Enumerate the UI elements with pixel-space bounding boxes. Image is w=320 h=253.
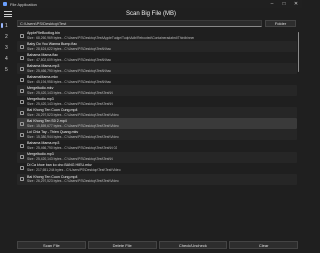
file-meta: Size : 25,420,143 bytes - C:\Users\PS\De… <box>27 90 113 95</box>
file-meta: Size : 217,651,244 bytes - C:\Users\PS\D… <box>27 168 121 173</box>
window-title: File Application <box>10 1 37 7</box>
file-row[interactable]: Mergeltudio.mp3 Size : 25,420,143 bytes -… <box>17 151 297 163</box>
side-nav: 1 2 3 4 5 <box>0 20 15 75</box>
nav-item-label: 3 <box>5 44 8 51</box>
page-title: Scan Big File (MB) <box>125 11 176 17</box>
nav-item-label: 4 <box>5 55 8 62</box>
row-text: Mergeltudio.mkv Size : 25,420,143 bytes -… <box>27 86 113 95</box>
file-meta: Size : 25,466,790 bytes - C:\Users\PS\De… <box>27 68 112 73</box>
nav-item-5[interactable]: 5 <box>0 64 15 75</box>
file-row[interactable]: Bai Khong Ten Cuon Cung.mp4 Size : 26,297… <box>17 107 297 119</box>
file-meta: Size : 68,260,969 bytes - C:\Users\PS\De… <box>27 35 195 40</box>
scan-file-button[interactable]: Scan File <box>17 241 86 249</box>
row-text: Mergeltudio.mp3 Size : 25,420,143 bytes -… <box>27 152 113 161</box>
file-row[interactable]: Bai Khong Ten Cuon Cung.mp4 Size : 26,297… <box>17 173 297 185</box>
app-icon <box>3 2 7 6</box>
file-row[interactable]: AppleFileBootlog.bin Size : 68,260,969 by… <box>17 30 297 41</box>
file-meta: Size : 45,194,958 bytes - C:\Users\PS\De… <box>27 79 112 84</box>
row-text: AppleFileBootlog.bin Size : 68,260,969 by… <box>27 31 194 40</box>
file-row[interactable]: Bahama Mama.mp3 Size : 25,466,790 bytes -… <box>17 140 297 151</box>
file-row[interactable]: Baby Do You Wanna Bump.flac Size : 28,624… <box>17 41 297 53</box>
file-meta: Size : 47,802,609 bytes - C:\Users\PS\De… <box>27 57 112 62</box>
file-meta: Size : 15,859,677 bytes - C:\Users\PS\De… <box>27 123 119 128</box>
row-text: Bai Khong Ten Cuon Cung.mp4 Size : 26,297… <box>27 108 119 117</box>
row-text: Bahama Mama.flac Size : 47,802,609 bytes … <box>27 53 111 62</box>
row-checkbox[interactable] <box>20 66 24 71</box>
file-row[interactable]: Loi Chia Tay - Thien Quang.mkv Size : 15,… <box>17 129 297 141</box>
nav-item-label: 2 <box>5 33 8 40</box>
file-meta: Size : 25,466,790 bytes - C:\Users\PS\De… <box>27 145 118 150</box>
row-text: Bai Khong Ten Cuon Cung.mp4 Size : 26,297… <box>27 175 119 184</box>
file-meta: Size : 26,297,523 bytes - C:\Users\PS\De… <box>27 179 119 184</box>
file-meta: Size : 28,624,622 bytes - C:\Users\PS\De… <box>27 46 112 51</box>
file-row[interactable]: Bai Khong Ten S0 2.mp4 Size : 15,859,677 … <box>17 118 297 130</box>
nav-item-1[interactable]: 1 <box>0 20 15 31</box>
row-text: Bahama Mama.mp3 Size : 25,466,790 bytes -… <box>27 141 117 150</box>
row-checkbox[interactable] <box>20 55 24 60</box>
maximize-icon[interactable]: □ <box>278 0 290 8</box>
row-checkbox[interactable] <box>20 166 24 171</box>
row-checkbox[interactable] <box>20 33 24 38</box>
file-row[interactable]: Bahama Mama.mp3 Size : 25,466,790 bytes -… <box>17 63 297 75</box>
path-input[interactable] <box>17 20 262 27</box>
row-text: Di Ca khoe ban ko cho BANG HIEU.mkv Size … <box>27 163 121 172</box>
row-checkbox[interactable] <box>20 143 24 148</box>
check-uncheck-button[interactable]: Check/Uncheck <box>158 241 228 249</box>
file-list[interactable]: AppleFileBootlog.bin Size : 68,260,969 by… <box>17 30 297 237</box>
row-checkbox[interactable] <box>20 88 24 93</box>
row-checkbox[interactable] <box>20 99 24 104</box>
row-text: Bahama Mama.mp3 Size : 25,466,790 bytes -… <box>27 64 111 73</box>
close-icon[interactable]: ✕ <box>290 0 302 8</box>
footer-toolbar: Scan File Delete File Check/Uncheck Clea… <box>17 241 298 249</box>
window-controls: – □ ✕ <box>266 0 302 8</box>
file-row[interactable]: Bahama Mama.flac Size : 47,802,609 bytes … <box>17 52 297 63</box>
row-checkbox[interactable] <box>20 177 24 182</box>
row-checkbox[interactable] <box>20 44 24 49</box>
file-meta: Size : 25,420,143 bytes - C:\Users\PS\De… <box>27 157 113 162</box>
row-text: Mergeltudio.mp3 Size : 25,420,143 bytes -… <box>27 97 113 106</box>
file-row[interactable]: Mergeltudio.mp3 Size : 25,420,143 bytes -… <box>17 96 297 107</box>
file-row[interactable]: Mergeltudio.mkv Size : 25,420,143 bytes -… <box>17 85 297 97</box>
row-checkbox[interactable] <box>20 77 24 82</box>
file-meta: Size : 25,420,143 bytes - C:\Users\PS\De… <box>27 101 113 106</box>
file-meta: Size : 26,297,523 bytes - C:\Users\PS\De… <box>27 112 119 117</box>
nav-item-2[interactable]: 2 <box>0 31 15 42</box>
row-text: Bai Khong Ten S0 2.mp4 Size : 15,859,677 … <box>27 119 119 128</box>
file-meta: Size : 15,380,944 bytes - C:\Users\PS\De… <box>27 134 119 139</box>
scrollbar-thumb[interactable] <box>297 32 299 72</box>
row-text: BahamaMama.mkv Size : 45,194,958 bytes - … <box>27 75 111 84</box>
nav-item-3[interactable]: 3 <box>0 42 15 53</box>
folder-button[interactable]: Folder <box>265 20 296 27</box>
title-bar: File Application – □ ✕ <box>0 0 302 8</box>
row-checkbox[interactable] <box>20 110 24 115</box>
row-checkbox[interactable] <box>20 132 24 137</box>
row-text: Loi Chia Tay - Thien Quang.mkv Size : 15,… <box>27 130 119 139</box>
nav-item-4[interactable]: 4 <box>0 53 15 64</box>
minimize-icon[interactable]: – <box>266 0 278 8</box>
scrollbar[interactable] <box>297 30 299 237</box>
file-row[interactable]: Di Ca khoe ban ko cho BANG HIEU.mkv Size … <box>17 163 297 174</box>
nav-item-label: 5 <box>5 66 8 73</box>
file-row[interactable]: BahamaMama.mkv Size : 45,194,958 bytes - … <box>17 74 297 85</box>
nav-item-label: 1 <box>5 22 8 29</box>
row-checkbox[interactable] <box>20 121 24 126</box>
row-text: Baby Do You Wanna Bump.flac Size : 28,624… <box>27 42 111 51</box>
delete-file-button[interactable]: Delete File <box>87 241 157 249</box>
row-checkbox[interactable] <box>20 155 24 160</box>
clear-button[interactable]: Clear <box>229 241 298 249</box>
